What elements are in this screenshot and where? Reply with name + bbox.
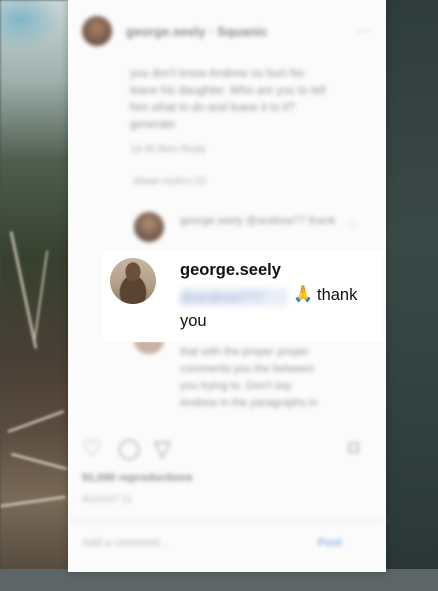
reply-text: that with the proper proper comments you… [180, 346, 318, 409]
reply-avatar[interactable] [134, 340, 164, 354]
highlighted-comment: george.seely @andrew777 🙏 thank you [103, 250, 383, 342]
post-date: AUGUST 21 [82, 494, 132, 504]
mention-link[interactable]: @andrew777 [180, 288, 288, 306]
commenter-avatar[interactable] [110, 258, 156, 304]
save-bookmark-icon[interactable]: ⌑ [348, 436, 359, 462]
comment-icon[interactable]: ◯ [118, 436, 140, 462]
background-bottom-strip [0, 569, 438, 591]
post-author-name[interactable]: george.seely · Squanic [126, 24, 268, 39]
reply-text: george.seely @andrew77 thank [180, 215, 336, 227]
post-author-avatar[interactable] [82, 16, 112, 46]
divider [68, 520, 386, 521]
action-bar: ♡ ◯ ▽ ⌑ [82, 436, 374, 466]
post-comment-button[interactable]: Post [318, 537, 342, 549]
background-dark-edge [382, 0, 438, 591]
comment-text: thank [317, 286, 358, 304]
add-comment-input[interactable]: Add a comment... [82, 537, 168, 549]
reply-avatar[interactable] [134, 212, 164, 242]
heart-icon[interactable]: ♡ [348, 220, 358, 233]
view-count[interactable]: 91,090 reproductions [82, 472, 193, 484]
comment-text: you don't know Andrew so hurt his leave … [130, 68, 326, 131]
comment-text-continued: you [180, 312, 207, 330]
commenter-username[interactable]: george.seely [180, 261, 281, 280]
view-replies-link[interactable]: Show replies (3) [134, 176, 206, 187]
more-options-icon[interactable]: ··· [356, 22, 370, 38]
share-icon[interactable]: ▽ [154, 436, 171, 462]
pray-emoji-icon: 🙏 [293, 286, 313, 303]
like-heart-icon[interactable]: ♡ [82, 436, 102, 462]
comment-meta[interactable]: 1d 45 likes Reply [130, 144, 206, 155]
